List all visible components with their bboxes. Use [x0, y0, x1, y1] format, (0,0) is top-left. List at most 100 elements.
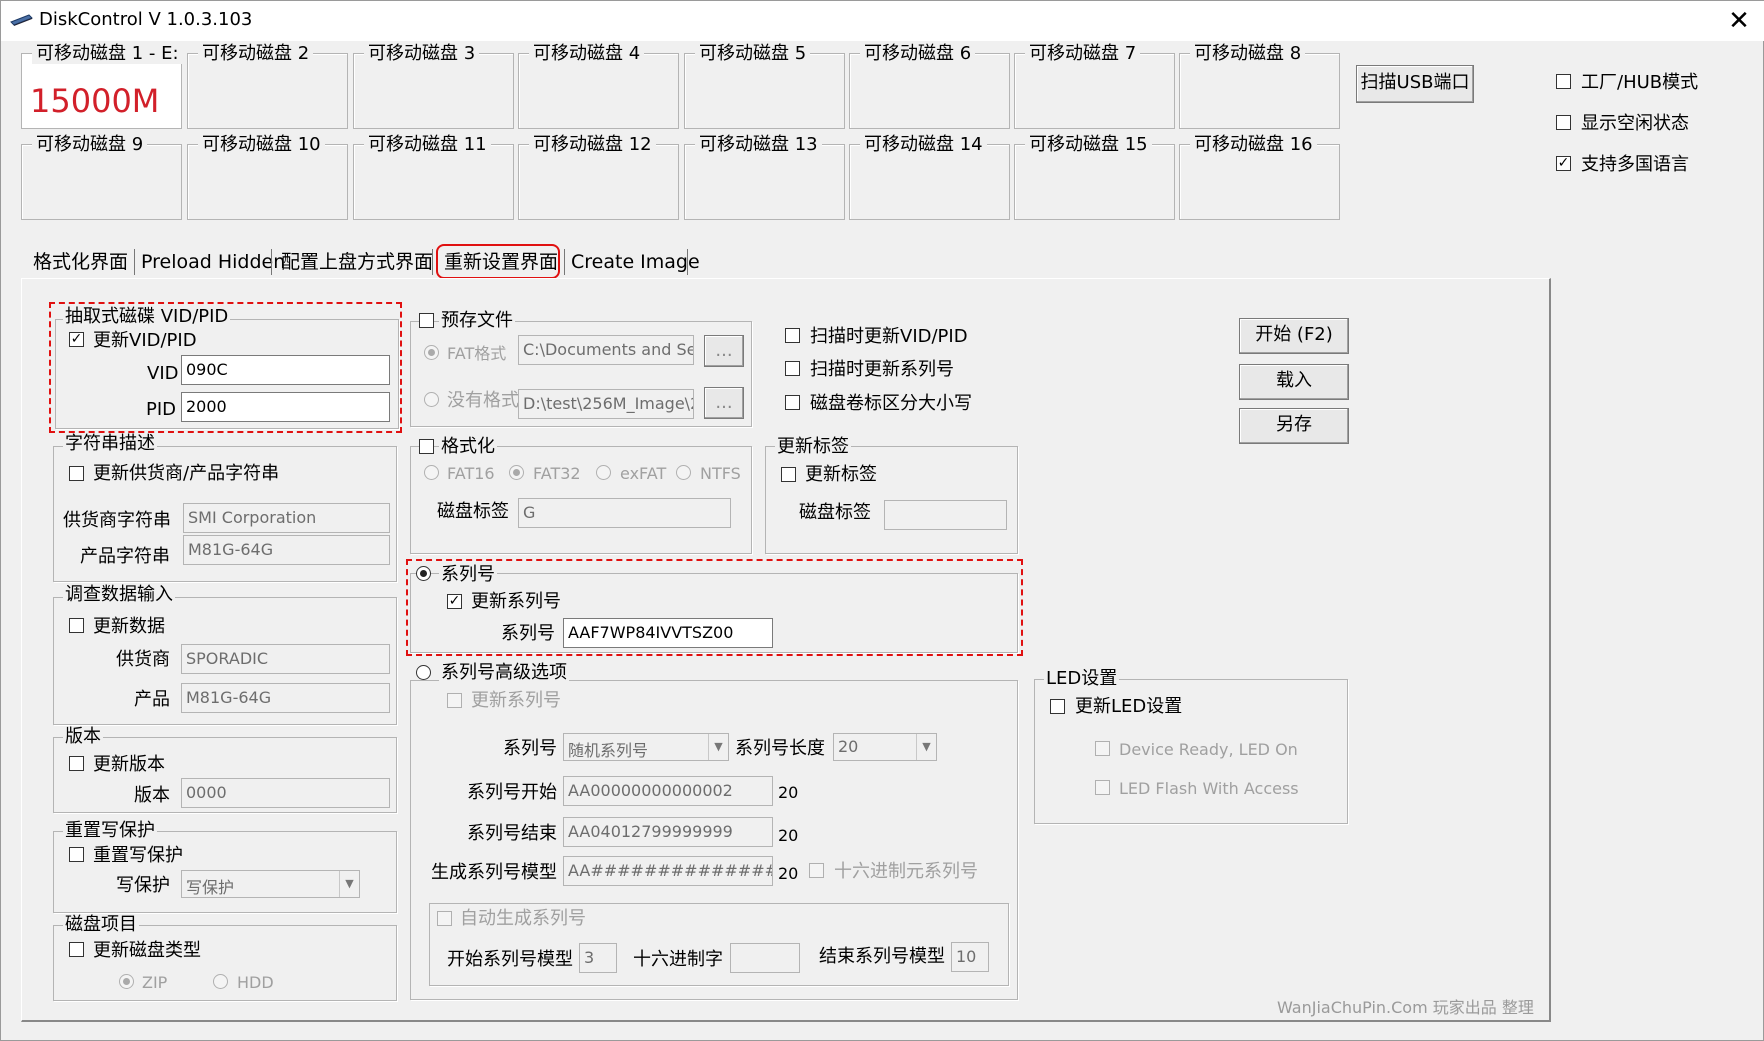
update-version-label: 更新版本: [93, 754, 165, 775]
noformat-path-input[interactable]: D:\test\256M_Image\2!: [518, 389, 694, 419]
app-disk-icon: [10, 14, 33, 26]
led-flash-checkbox[interactable]: [1095, 780, 1110, 795]
noformat-browse-button[interactable]: ...: [704, 387, 744, 419]
scan-update-serial-checkbox[interactable]: [785, 361, 800, 376]
disk-slot-2[interactable]: 可移动磁盘 2: [187, 44, 348, 129]
auto-serial-label: 自动生成系列号: [458, 908, 588, 930]
vendor-string-label: 供货商字符串: [63, 510, 171, 531]
version-input[interactable]: 0000: [181, 778, 390, 808]
tab-separator: [432, 249, 433, 275]
disk-slot-label: 可移动磁盘 4: [529, 44, 645, 64]
disk-capacity: 15000M: [30, 82, 160, 120]
disk-slot-16[interactable]: 可移动磁盘 16: [1179, 135, 1340, 220]
strings-group-title: 字符串描述: [63, 433, 157, 455]
diskitem-group: [53, 925, 397, 1001]
scan-update-vidpid-checkbox[interactable]: [785, 328, 800, 343]
disk-slot-7[interactable]: 可移动磁盘 7: [1014, 44, 1175, 129]
disk-slot-label: 可移动磁盘 12: [529, 135, 656, 155]
fat16-label: FAT16: [447, 464, 495, 483]
factory-hub-checkbox[interactable]: [1556, 74, 1571, 89]
label-case-checkbox[interactable]: [785, 395, 800, 410]
disk-slot-4[interactable]: 可移动磁盘 4: [518, 44, 679, 129]
save-as-button[interactable]: 另存: [1239, 408, 1349, 444]
serial-model-input[interactable]: AA##############: [563, 856, 773, 886]
auto-serial-checkbox[interactable]: [437, 911, 452, 926]
inquiry-vendor-input[interactable]: SPORADIC: [181, 644, 390, 674]
inquiry-group-title: 调查数据输入: [63, 584, 175, 606]
disk-slot-6[interactable]: 可移动磁盘 6: [849, 44, 1010, 129]
end-model-input[interactable]: 10: [951, 942, 989, 972]
disk-slot-label: 可移动磁盘 10: [198, 135, 325, 155]
update-inquiry-checkbox[interactable]: [69, 618, 84, 633]
update-label-checkbox[interactable]: [781, 467, 796, 482]
update-disktype-checkbox[interactable]: [69, 942, 84, 957]
hdd-radio[interactable]: [213, 974, 228, 989]
update-inquiry-label: 更新数据: [93, 616, 165, 637]
format-checkbox[interactable]: [419, 439, 434, 454]
disk-slot-3[interactable]: 可移动磁盘 3: [353, 44, 514, 129]
fat-path-input[interactable]: C:\Documents and Sett: [518, 335, 694, 365]
start-button[interactable]: 开始 (F2): [1239, 318, 1349, 354]
disk-slot-13[interactable]: 可移动磁盘 13: [684, 135, 845, 220]
disk-slot-label: 可移动磁盘 16: [1190, 135, 1317, 155]
inquiry-product-input[interactable]: M81G-64G: [181, 683, 390, 713]
fat32-radio[interactable]: [509, 465, 524, 480]
serial-end-label: 系列号结束: [467, 823, 557, 844]
noformat-radio[interactable]: [424, 392, 439, 407]
show-idle-checkbox[interactable]: [1556, 115, 1571, 130]
product-string-input[interactable]: M81G-64G: [183, 535, 390, 565]
adv-serial-radio[interactable]: [416, 665, 431, 680]
scan-usb-button[interactable]: 扫描USB端口: [1356, 65, 1474, 103]
serial-end-len: 20: [778, 826, 799, 845]
serial-start-input[interactable]: AA00000000000002: [563, 776, 773, 806]
close-button[interactable]: ✕: [1719, 3, 1759, 39]
fat-browse-button[interactable]: ...: [704, 335, 744, 367]
serial-end-input[interactable]: AA04012799999999: [563, 817, 773, 847]
disk-slot-15[interactable]: 可移动磁盘 15: [1014, 135, 1175, 220]
updlabel-disk-input[interactable]: [884, 500, 1007, 530]
disk-slot-14[interactable]: 可移动磁盘 14: [849, 135, 1010, 220]
ntfs-radio[interactable]: [676, 465, 691, 480]
start-model-input[interactable]: 3: [579, 943, 617, 973]
tab-format[interactable]: 格式化界面: [33, 245, 128, 279]
tab-create-image[interactable]: Create Image: [571, 245, 700, 279]
reset-writeprotect-checkbox[interactable]: [69, 847, 84, 862]
hex-chars-input[interactable]: [730, 943, 800, 973]
format-label-input[interactable]: G: [518, 498, 731, 528]
disk-slot-10[interactable]: 可移动磁盘 10: [187, 135, 348, 220]
fat-radio[interactable]: [424, 345, 439, 360]
serial-length-select[interactable]: 20 ▼: [833, 733, 937, 761]
led-ready-checkbox[interactable]: [1095, 741, 1110, 756]
exfat-label: exFAT: [620, 464, 667, 483]
tab-preload-hidden[interactable]: Preload Hidden: [141, 245, 285, 279]
hex-serial-label: 十六进制元系列号: [834, 861, 978, 882]
disk-slot-5[interactable]: 可移动磁盘 5: [684, 44, 845, 129]
exfat-radio[interactable]: [596, 465, 611, 480]
load-button[interactable]: 载入: [1239, 364, 1349, 400]
zip-radio[interactable]: [119, 974, 134, 989]
adv-serial-select[interactable]: 随机系列号 ▼: [563, 733, 729, 761]
multilang-checkbox[interactable]: ✓: [1556, 156, 1571, 171]
disk-slot-11[interactable]: 可移动磁盘 11: [353, 135, 514, 220]
vendor-string-input[interactable]: SMI Corporation: [183, 503, 390, 533]
writeprotect-select[interactable]: 写保护 ▼: [181, 870, 360, 898]
serial-length-value: 20: [838, 737, 859, 756]
factory-hub-label: 工厂/HUB模式: [1581, 72, 1699, 93]
disk-slot-8[interactable]: 可移动磁盘 8: [1179, 44, 1340, 129]
update-strings-checkbox[interactable]: [69, 466, 84, 481]
prestore-checkbox[interactable]: [419, 313, 434, 328]
version-label: 版本: [134, 785, 170, 806]
adv-serial-select-value: 随机系列号: [568, 741, 649, 760]
serial-radio[interactable]: [416, 566, 431, 581]
fat16-radio[interactable]: [424, 465, 439, 480]
disk-slot-1[interactable]: 可移动磁盘 1 - E: 15000M: [21, 44, 183, 129]
vidpid-highlight: [49, 302, 402, 433]
hex-serial-checkbox[interactable]: [809, 863, 824, 878]
update-version-checkbox[interactable]: [69, 756, 84, 771]
fat-label: FAT格式: [447, 344, 507, 363]
tab-config-mount[interactable]: 配置上盘方式界面: [281, 245, 433, 279]
adv-update-serial-checkbox[interactable]: [447, 693, 462, 708]
update-led-checkbox[interactable]: [1050, 699, 1065, 714]
disk-slot-12[interactable]: 可移动磁盘 12: [518, 135, 679, 220]
disk-slot-9[interactable]: 可移动磁盘 9: [21, 135, 182, 220]
